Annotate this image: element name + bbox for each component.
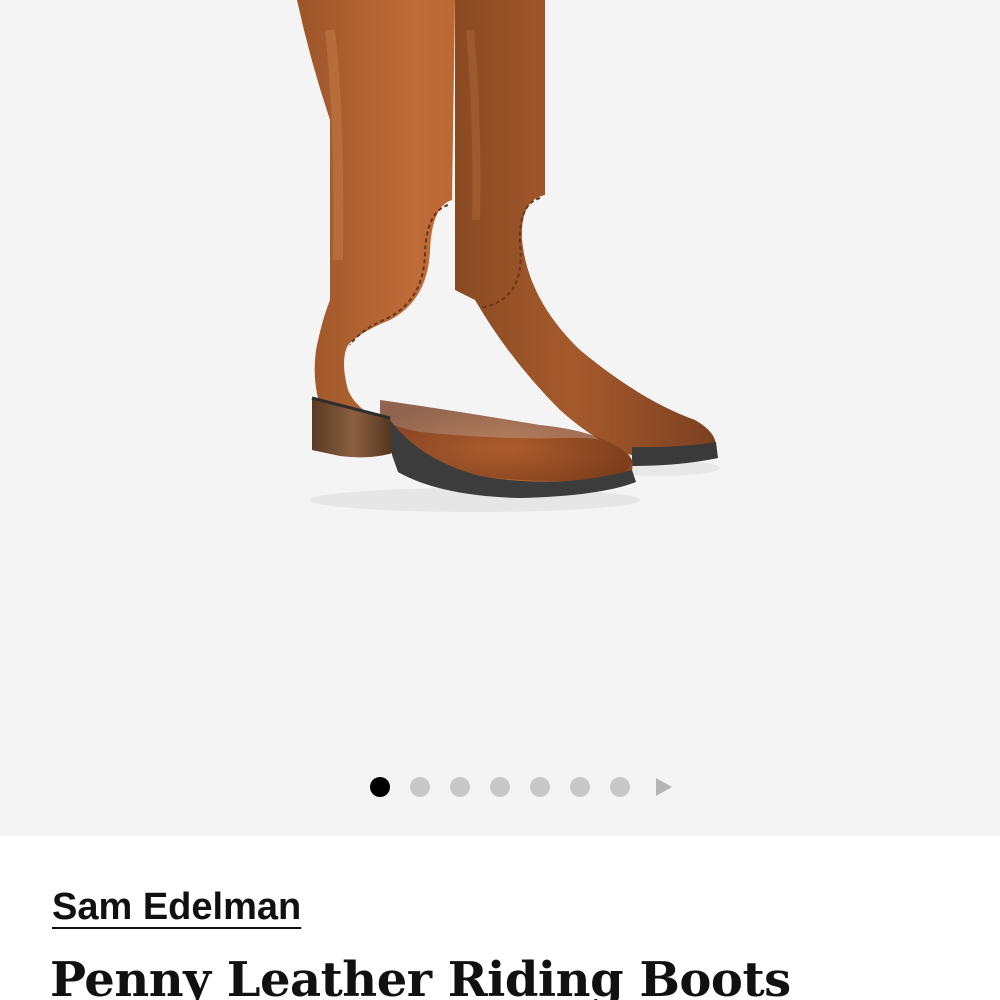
carousel-dot-4[interactable] — [490, 777, 510, 797]
carousel-dot-2[interactable] — [410, 777, 430, 797]
carousel-dot-1[interactable] — [370, 777, 390, 797]
brand-link[interactable]: Sam Edelman — [52, 884, 301, 930]
product-title: Penny Leather Riding Boots — [50, 952, 791, 1000]
product-image-gallery[interactable] — [0, 0, 1000, 836]
carousel-dot-7[interactable] — [610, 777, 630, 797]
product-page: Sam Edelman Penny Leather Riding Boots — [0, 0, 1000, 1000]
carousel-pagination — [370, 776, 672, 798]
boot-product-image — [297, 0, 720, 512]
carousel-dot-5[interactable] — [530, 777, 550, 797]
carousel-dot-6[interactable] — [570, 777, 590, 797]
play-arrow-icon[interactable] — [656, 778, 672, 796]
carousel-dot-3[interactable] — [450, 777, 470, 797]
